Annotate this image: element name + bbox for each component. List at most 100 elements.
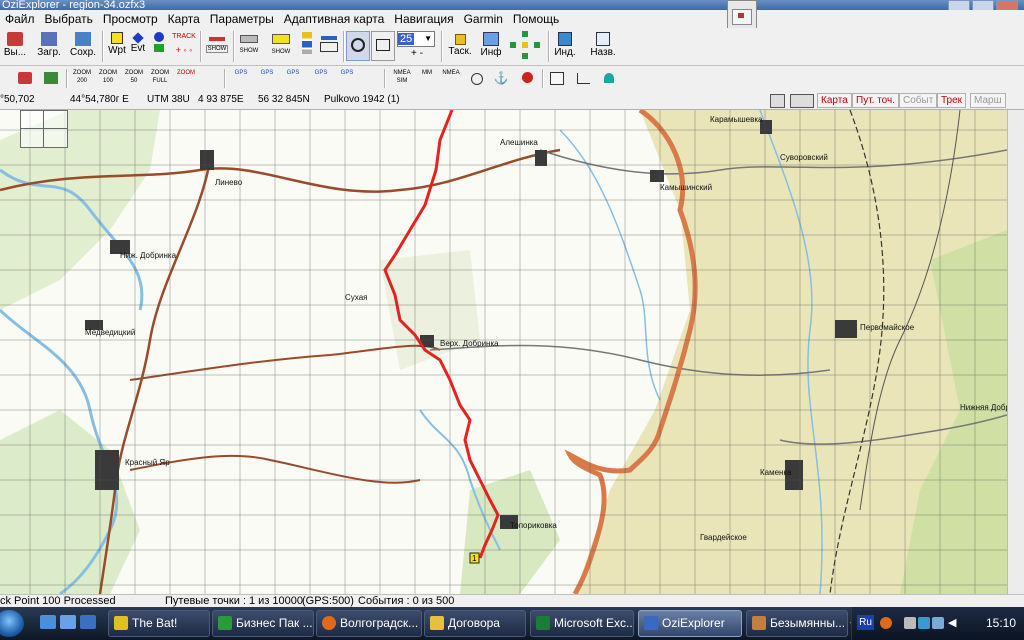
tab-route[interactable]: Марш [970,93,1006,108]
firefox-icon [322,615,336,630]
utm-zone: UTM 38U [147,94,190,105]
nmea-sim-button[interactable]: NMEA SIM [390,69,414,87]
menu-adaptive-map[interactable]: Адаптивная карта [279,12,390,26]
task-button[interactable]: Таск. [445,31,475,62]
index-button[interactable]: Инд. [552,31,578,62]
zoom-in-icon[interactable]: + [411,48,417,59]
window-title: OziExplorer - region-34.ozfx3 [2,0,146,10]
task-excel[interactable]: Microsoft Exc... [530,610,634,637]
tray-device-icon[interactable] [904,617,916,629]
task-the-bat[interactable]: The Bat! [108,610,210,637]
task-browser[interactable]: Волгоградск... [316,610,422,637]
zoom-window-button[interactable] [371,31,395,61]
route-tool[interactable] [148,31,170,62]
gps-button-3[interactable]: GPS [282,69,304,87]
close-button[interactable] [996,0,1018,10]
waypoint-tool[interactable]: Wpt [106,31,128,62]
system-tray: Ru ◀ 15:10 [851,607,1024,640]
map-canvas[interactable]: 1 Алешинка Линево Ниж. Добринка Медведиц… [0,110,1007,594]
quicklaunch-ie-icon[interactable] [40,615,56,629]
stop-button[interactable] [516,69,538,87]
zoom-tool-button[interactable] [346,31,370,61]
monitor-icon[interactable] [932,617,944,629]
info-button[interactable]: Инф [478,31,504,62]
show-routes-button[interactable]: SHOW [268,31,294,62]
load-button[interactable]: Загр. [34,31,64,62]
start-button[interactable] [0,610,24,637]
map-select-button[interactable] [14,69,36,87]
menu-select[interactable]: Выбрать [40,12,98,26]
track-tool[interactable]: TRACK + ◦ ◦ [171,31,197,62]
tab-track[interactable]: Трек [937,93,967,108]
folder-icon [430,615,444,630]
track-dots-icon: + ◦ ◦ [175,45,193,55]
tab-map[interactable]: Карта [817,93,852,108]
zoom-select[interactable]: 25 ▼ [397,31,435,47]
network-icon[interactable] [918,617,930,629]
tab-events[interactable]: Событ [899,93,938,108]
map-scrollbar[interactable] [1007,110,1024,594]
map-overview-box[interactable] [20,110,68,148]
save-button[interactable]: Сохр. [68,31,98,62]
stop-icon [521,72,533,83]
zoom-level-control[interactable]: 25 ▼ + - [397,31,437,62]
zoom-200-button[interactable]: ZOOM 200 [70,69,94,87]
gps-button-1[interactable]: GPS [230,69,252,87]
filter-icon [604,73,614,83]
topographic-map[interactable]: 1 Алешинка Линево Ниж. Добринка Медведиц… [0,110,1007,594]
menu-settings[interactable]: Параметры [205,12,279,26]
exit-button[interactable]: Вы... [2,31,28,62]
language-indicator[interactable]: Ru [857,615,874,630]
filter-button[interactable] [598,69,620,87]
quicklaunch-desktop-icon[interactable] [60,615,76,629]
layers-button[interactable] [300,31,314,62]
menu-help[interactable]: Помощь [508,12,564,26]
gps-button-5[interactable]: GPS [336,69,358,87]
tab-waypoints[interactable]: Пут. точ. [852,93,900,108]
map-list-button[interactable] [40,69,62,87]
menu-file[interactable]: Файл [0,12,40,26]
gps-button-2[interactable]: GPS [256,69,278,87]
layers-icon [302,32,312,54]
track-line-icon [209,37,225,41]
show-track-button[interactable]: SHOW [204,31,230,62]
place-label: Линево [215,178,243,187]
map-toggle-icon[interactable] [770,94,785,108]
show-waypoints-button[interactable]: SHOW [237,31,261,62]
profile-chart-button[interactable] [572,69,594,87]
info-icon [483,32,499,46]
task-folder-contracts[interactable]: Договора [424,610,526,637]
menu-view[interactable]: Просмотр [98,12,163,26]
task-paint[interactable]: Безымянны... [746,610,848,637]
name-button[interactable]: Назв. [588,31,618,62]
move-map-control[interactable] [508,31,544,62]
line-tools-button[interactable] [318,31,340,62]
zoom-button[interactable]: ZOOM [174,69,198,87]
anchor-button[interactable]: ⚓ [490,69,512,87]
task-business-pack[interactable]: Бизнес Пак ... [212,610,314,637]
minimize-button[interactable] [948,0,970,10]
tray-app-icon[interactable] [880,617,892,629]
properties-button[interactable] [546,69,568,87]
event-tool[interactable]: Evt [128,31,148,62]
save-dropdown-icon[interactable] [790,94,814,108]
quicklaunch-switch-icon[interactable] [80,615,96,629]
zoom-stepper[interactable]: + - [397,49,437,59]
gps-button-4[interactable]: GPS [310,69,332,87]
volume-icon[interactable]: ◀ [948,617,960,629]
crosshair-button[interactable] [466,69,488,87]
zoom-full-button[interactable]: ZOOM FULL [148,69,172,87]
moving-map-button[interactable]: MM [416,69,438,87]
latitude-readout: °50,702 [0,94,35,105]
menu-navigation[interactable]: Навигация [389,12,458,26]
zoom-out-icon[interactable]: - [420,48,423,59]
map-green-icon [44,72,58,84]
menu-map[interactable]: Карта [163,12,205,26]
menu-garmin[interactable]: Garmin [459,12,508,26]
zoom-100-button[interactable]: ZOOM 100 [96,69,120,87]
map-red-icon [18,72,32,84]
task-ozi-explorer[interactable]: OziExplorer [638,610,742,637]
nmea-button[interactable]: NMEA [440,69,462,87]
zoom-50-button[interactable]: ZOOM 50 [122,69,146,87]
maximize-button[interactable] [972,0,994,10]
